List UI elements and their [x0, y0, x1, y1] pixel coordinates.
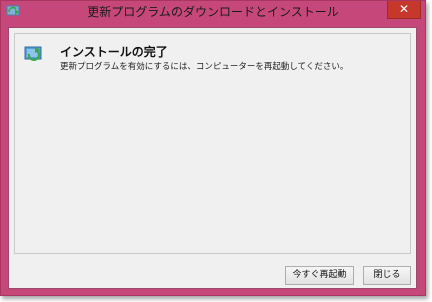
- window-title: 更新プログラムのダウンロードとインストール: [87, 5, 339, 19]
- close-button[interactable]: 閉じる: [363, 266, 411, 285]
- title-bar[interactable]: 更新プログラムのダウンロードとインストール ✕: [1, 1, 425, 23]
- restart-now-button[interactable]: 今すぐ再起動: [285, 266, 354, 285]
- status-heading: インストールの完了: [60, 45, 168, 59]
- status-message: 更新プログラムを有効にするには、コンピューターを再起動してください。: [60, 62, 349, 72]
- close-window-button[interactable]: ✕: [387, 1, 421, 19]
- close-icon: ✕: [398, 2, 410, 16]
- update-dialog-window: 更新プログラムのダウンロードとインストール ✕ インストールの完了 更新プログラ…: [0, 0, 426, 296]
- windows-update-icon: [24, 46, 42, 62]
- dialog-client-area: インストールの完了 更新プログラムを有効にするには、コンピューターを再起動してく…: [8, 27, 417, 289]
- content-panel: インストールの完了 更新プログラムを有効にするには、コンピューターを再起動してく…: [14, 33, 411, 254]
